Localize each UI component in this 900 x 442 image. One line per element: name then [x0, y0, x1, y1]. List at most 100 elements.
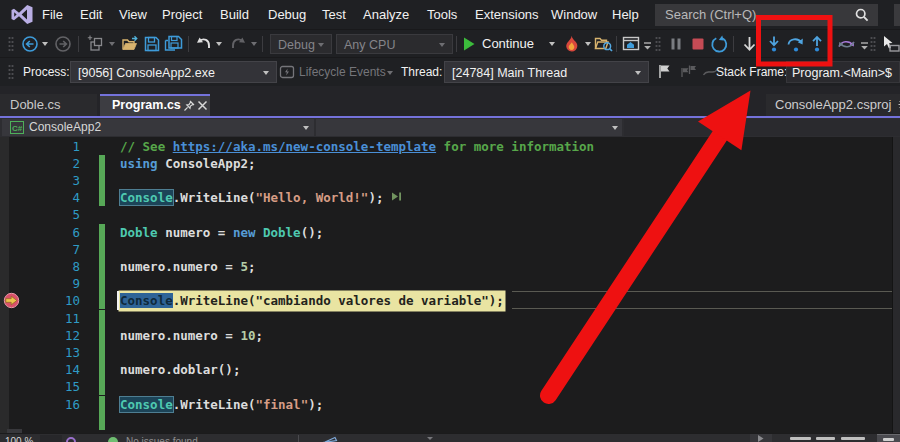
pointer-mode-icon[interactable] [880, 35, 898, 53]
line-number[interactable]: 4 [0, 189, 80, 206]
redo-dropdown-caret[interactable] [251, 42, 257, 46]
code-line-4[interactable]: 4Console.WriteLine("Hello, World!"); [0, 189, 892, 207]
line-number[interactable]: 14 [0, 361, 80, 378]
hot-reload-dropdown-caret[interactable] [585, 42, 591, 46]
break-all-button[interactable] [667, 35, 685, 53]
line-number[interactable]: 2 [0, 155, 80, 172]
restart-button[interactable] [710, 35, 728, 53]
redo-button[interactable] [229, 35, 247, 53]
menu-item-test[interactable]: Test [322, 0, 346, 29]
show-next-statement-button[interactable] [740, 35, 758, 53]
tab-doble-cs[interactable]: Doble.cs [0, 94, 97, 116]
continue-button[interactable]: Continue [482, 30, 534, 58]
health-indicator-icon[interactable] [108, 437, 118, 442]
line-number[interactable]: 6 [0, 224, 80, 241]
line-number[interactable]: 16 [0, 396, 80, 413]
solution-configuration-combo[interactable]: Debug [270, 34, 332, 54]
project-dropdown[interactable]: C# ConsoleApp2 [2, 119, 314, 136]
feedback-button[interactable] [894, 4, 900, 26]
toolbar-grip[interactable] [8, 64, 14, 80]
save-button[interactable] [143, 35, 161, 53]
menu-item-tools[interactable]: Tools [427, 0, 457, 29]
zoom-level-control[interactable]: 100 % [5, 436, 33, 442]
lifecycle-events-caret[interactable] [387, 71, 393, 75]
pin-tab-icon[interactable] [183, 100, 195, 112]
code-line-3[interactable]: 3 [0, 172, 892, 190]
stop-debugging-button[interactable] [689, 35, 707, 53]
zoom-dropdown[interactable] [40, 435, 62, 442]
hot-reload-icon[interactable] [563, 35, 581, 53]
code-line-15[interactable]: 15 [0, 378, 892, 396]
menu-item-file[interactable]: File [42, 0, 63, 29]
code-line-6[interactable]: 6Doble numero = new Doble(); [0, 224, 892, 242]
line-number[interactable]: 13 [0, 344, 80, 361]
line-number[interactable]: 12 [0, 327, 80, 344]
code-line-8[interactable]: 8numero.numero = 5; [0, 258, 892, 276]
open-file-button[interactable] [121, 35, 139, 53]
code-cleanup-icon[interactable] [66, 437, 76, 442]
line-number[interactable]: 3 [0, 172, 80, 189]
debug-toolbar-grip[interactable] [655, 36, 661, 52]
new-project-dropdown-caret[interactable] [109, 42, 115, 46]
track-changes-pencil-icon[interactable] [322, 435, 338, 442]
code-line-2[interactable]: 2using ConsoleApp2; [0, 155, 892, 173]
line-number[interactable]: 11 [0, 310, 80, 327]
code-line-14[interactable]: 14numero.doblar(); [0, 361, 892, 379]
menu-item-debug[interactable]: Debug [268, 0, 306, 29]
line-number[interactable]: 15 [0, 378, 80, 395]
vertical-scrollbar[interactable] [892, 137, 900, 433]
code-line-1[interactable]: 1// See https://aka.ms/new-console-templ… [0, 138, 892, 156]
stack-frame-combo[interactable]: Program.<Main>$ [786, 61, 900, 83]
continue-dropdown-caret[interactable] [549, 42, 555, 46]
search-box[interactable]: Search (Ctrl+Q) [655, 4, 878, 26]
member-dropdown[interactable] [624, 119, 900, 136]
line-number[interactable]: 9 [0, 275, 80, 292]
tab-consoleapp2-csproj[interactable]: ConsoleApp2.csproj [766, 94, 900, 116]
code-line-16[interactable]: 16Console.WriteLine("final"); [0, 396, 892, 414]
code-editor[interactable]: 1// See https://aka.ms/new-console-templ… [0, 137, 900, 433]
flag-thread-icon[interactable] [656, 63, 674, 81]
close-tab-icon[interactable] [197, 100, 208, 111]
step-into-button[interactable] [765, 35, 783, 53]
thread-combo[interactable]: [24784] Main Thread [444, 61, 649, 83]
type-dropdown[interactable] [316, 119, 622, 136]
navigate-back-dropdown-caret[interactable] [42, 42, 48, 46]
tab-program-cs[interactable]: Program.cs [100, 94, 210, 116]
toolbar-grip[interactable] [8, 36, 14, 52]
breakpoint-current-statement-icon[interactable] [3, 292, 20, 309]
undo-dropdown-caret[interactable] [216, 42, 222, 46]
solution-explorer-home-icon[interactable] [622, 35, 640, 53]
menu-item-build[interactable]: Build [220, 0, 249, 29]
navigate-back-button[interactable] [21, 35, 39, 53]
code-line-13[interactable]: 13 [0, 344, 892, 362]
new-project-button[interactable] [87, 35, 105, 53]
menu-item-analyze[interactable]: Analyze [363, 0, 409, 29]
show-threads-in-source-button[interactable] [837, 35, 855, 53]
navigate-forward-button[interactable] [54, 35, 72, 53]
code-line-11[interactable]: 11 [0, 310, 892, 328]
line-number[interactable]: 8 [0, 258, 80, 275]
code-line-5[interactable]: 5 [0, 206, 892, 224]
menu-item-help[interactable]: Help [612, 0, 639, 29]
toolbar-options-chevron[interactable] [643, 42, 652, 50]
menu-item-edit[interactable]: Edit [80, 0, 102, 29]
menu-item-window[interactable]: Window [551, 0, 597, 29]
find-in-files-icon[interactable] [594, 35, 612, 53]
step-out-button[interactable] [808, 35, 826, 53]
toolbar-grip[interactable] [870, 36, 876, 52]
code-line-12[interactable]: 12numero.numero = 10; [0, 327, 892, 345]
lifecycle-events-button[interactable]: Lifecycle Events [299, 58, 386, 87]
menu-item-view[interactable]: View [119, 0, 147, 29]
solution-platform-combo[interactable]: Any CPU [336, 34, 453, 54]
undo-button[interactable] [195, 35, 213, 53]
save-all-button[interactable] [164, 35, 182, 53]
menu-item-project[interactable]: Project [162, 0, 202, 29]
line-number[interactable]: 7 [0, 241, 80, 258]
step-over-button[interactable] [786, 35, 804, 53]
code-line-7[interactable]: 7 [0, 241, 892, 259]
process-combo[interactable]: [9056] ConsoleApp2.exe [70, 61, 277, 83]
line-number[interactable]: 1 [0, 138, 80, 155]
menu-item-extensions[interactable]: Extensions [475, 0, 539, 29]
continue-play-icon[interactable] [461, 36, 479, 54]
line-number[interactable]: 5 [0, 206, 80, 223]
